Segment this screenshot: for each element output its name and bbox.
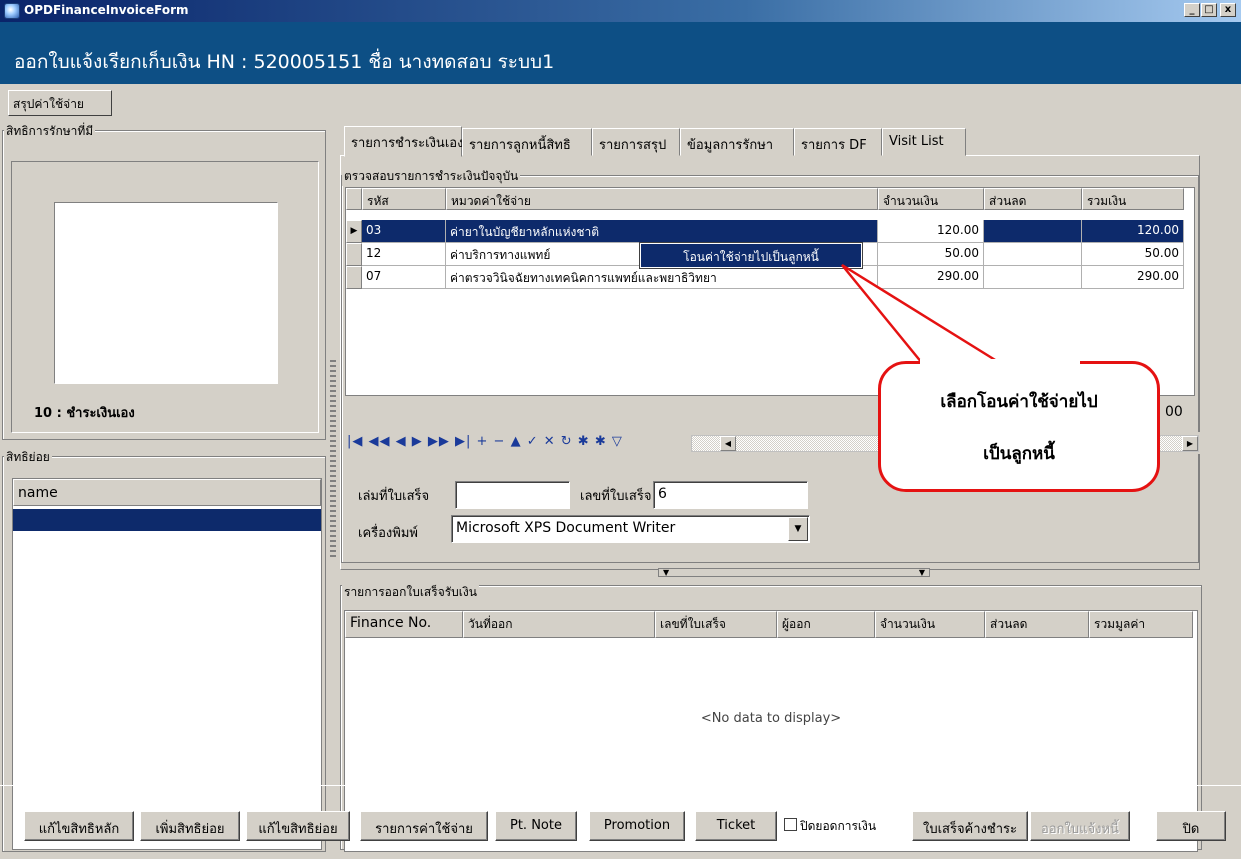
sub-rights-label: สิทธิย่อย [4, 448, 52, 467]
edit-sub-right-button[interactable]: แก้ไขสิทธิย่อย [246, 811, 350, 841]
add-sub-right-button[interactable]: เพิ่มสิทธิย่อย [140, 811, 240, 841]
issue-invoice-button[interactable]: ออกใบแจ้งหนี้ [1030, 811, 1130, 841]
app-icon [4, 3, 20, 19]
cell-total[interactable]: 290.00 [1082, 266, 1184, 289]
page-header: ออกใบแจ้งเรียกเก็บเงิน HN : 520005151 ชื… [0, 22, 1241, 84]
navigator-buttons[interactable]: |◀ ◀◀ ◀ ▶ ▶▶ ▶| + − ▲ ✓ ✕ ↻ ✱ ✱ ▽ [347, 434, 691, 452]
book-label: เล่มที่ใบเสร็จ [358, 489, 430, 504]
empty-state: <No data to display> [700, 711, 842, 726]
grid-header-amount[interactable]: จำนวนเงิน [878, 188, 984, 210]
minimize-icon[interactable]: _ [1184, 3, 1200, 17]
tab-visit-list[interactable]: Visit List [882, 128, 966, 156]
pending-receipt-button[interactable]: ใบเสร็จค้างชำระ [912, 811, 1028, 841]
cell-category[interactable]: ค่าตรวจวินิจฉัยทางเทคนิคการแพทย์และพยาธิ… [446, 266, 878, 289]
scroll-left-icon[interactable]: ◀ [720, 436, 736, 451]
rights-label: สิทธิการรักษาที่มี [4, 122, 96, 141]
cell-code[interactable]: 12 [362, 243, 446, 266]
promotion-button[interactable]: Promotion [589, 811, 685, 841]
rec-header-amount[interactable]: จำนวนเงิน [875, 611, 985, 638]
maximize-icon[interactable]: □ [1201, 3, 1217, 17]
rec-header-finance-no[interactable]: Finance No. [345, 611, 463, 638]
cell-code[interactable]: 03 [362, 220, 446, 243]
tab-summary[interactable]: สรุปค่าใช้จ่าย [8, 90, 112, 116]
context-menu-transfer-to-debtor[interactable]: โอนค่าใช้จ่ายไปเป็นลูกหนี้ [639, 242, 863, 269]
cell-code[interactable]: 07 [362, 266, 446, 289]
scroll-right-icon[interactable]: ▶ [1182, 436, 1198, 451]
receipts-label: รายการออกใบเสร็จรับเงิน [342, 583, 479, 602]
printer-value: Microsoft XPS Document Writer [456, 520, 676, 536]
printer-label: เครื่องพิมพ์ [358, 526, 418, 541]
cell-discount[interactable] [984, 220, 1082, 243]
tab-debtor-rights[interactable]: รายการลูกหนี้สิทธิ [462, 128, 592, 156]
grid-footer-total: 00 [1165, 404, 1183, 420]
check-section-label: ตรวจสอบรายการชำระเงินปัจจุบัน [342, 167, 521, 186]
rights-picture [54, 202, 278, 384]
window-title: OPDFinanceInvoiceForm [24, 3, 189, 17]
callout-line-2: เป็นลูกหนี้ [983, 444, 1055, 464]
row-indicator-icon: ▶ [346, 220, 362, 243]
callout-line-1: เลือกโอนค่าใช้จ่ายไป [940, 392, 1098, 412]
printer-select[interactable]: Microsoft XPS Document Writer ▼ [451, 515, 810, 543]
rec-header-value[interactable]: รวมมูลค่า [1089, 611, 1193, 638]
tab-summary-list[interactable]: รายการสรุป [592, 128, 680, 156]
close-balance-checkbox[interactable] [784, 818, 797, 831]
rec-header-receipt-no[interactable]: เลขที่ใบเสร็จ [655, 611, 777, 638]
cell-category[interactable]: ค่ายาในบัญชียาหลักแห่งชาติ [446, 220, 878, 243]
splitter-grip [330, 360, 336, 560]
grid-corner [346, 188, 362, 210]
callout-pointer-cover [920, 359, 1080, 365]
tab-df[interactable]: รายการ DF [794, 128, 882, 156]
page-title: ออกใบแจ้งเรียกเก็บเงิน HN : 520005151 ชื… [14, 51, 555, 73]
grid-header-code[interactable]: รหัส [362, 188, 446, 210]
annotation-callout: เลือกโอนค่าใช้จ่ายไป เป็นลูกหนี้ [878, 361, 1160, 492]
book-input[interactable] [455, 481, 570, 509]
panel-collapser[interactable]: ▼ ▼ [658, 568, 930, 577]
vertical-splitter[interactable] [327, 130, 339, 570]
number-input[interactable]: 6 [653, 481, 808, 509]
grid-header-discount[interactable]: ส่วนลด [984, 188, 1082, 210]
cell-total[interactable]: 50.00 [1082, 243, 1184, 266]
close-balance-label: ปิดยอดการเงิน [800, 819, 877, 833]
grid-header-category[interactable]: หมวดค่าใช้จ่าย [446, 188, 878, 210]
rec-header-discount[interactable]: ส่วนลด [985, 611, 1089, 638]
right-caption: 10 : ชำระเงินเอง [34, 406, 135, 421]
sub-rights-header[interactable]: name [13, 479, 321, 506]
chevron-down-icon[interactable]: ▼ [788, 517, 808, 541]
tab-self-payment[interactable]: รายการชำระเงินเอง [344, 126, 463, 157]
cell-amount[interactable]: 120.00 [878, 220, 984, 243]
close-button[interactable]: ปิด [1156, 811, 1226, 841]
rec-header-date[interactable]: วันที่ออก [463, 611, 655, 638]
expenses-button[interactable]: รายการค่าใช้จ่าย [360, 811, 488, 841]
sub-rights-selected-row[interactable] [13, 509, 321, 531]
rec-header-issuer[interactable]: ผู้ออก [777, 611, 875, 638]
cell-total[interactable]: 120.00 [1082, 220, 1184, 243]
pt-note-button[interactable]: Pt. Note [495, 811, 577, 841]
grid-header-total[interactable]: รวมเงิน [1082, 188, 1184, 210]
close-icon[interactable]: x [1220, 3, 1236, 17]
edit-main-right-button[interactable]: แก้ไขสิทธิหลัก [24, 811, 134, 841]
tab-treatment-info[interactable]: ข้อมูลการรักษา [680, 128, 794, 156]
row-indicator [346, 266, 362, 289]
window-titlebar[interactable]: OPDFinanceInvoiceForm _ □ x [0, 0, 1241, 22]
row-indicator [346, 243, 362, 266]
collapse-left-icon: ▼ [663, 568, 670, 577]
callout-pointer-join [920, 359, 1080, 365]
ticket-button[interactable]: Ticket [695, 811, 777, 841]
collapse-right-icon: ▼ [918, 568, 925, 577]
number-label: เลขที่ใบเสร็จ [580, 489, 652, 504]
